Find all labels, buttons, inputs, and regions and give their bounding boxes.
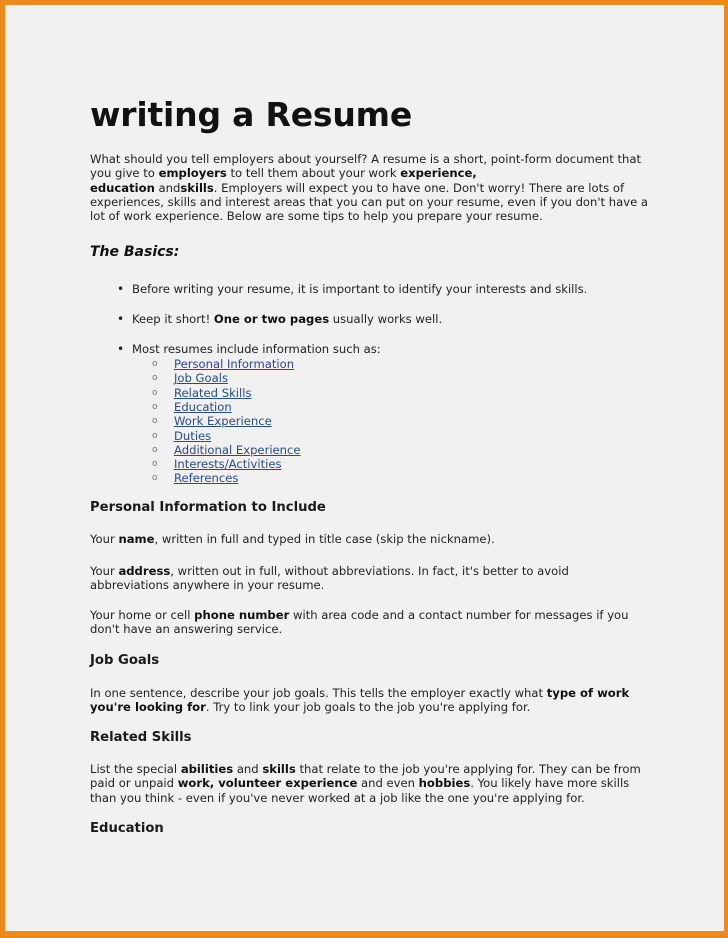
intro-bold-education: education: [90, 180, 155, 195]
personal-phone-paragraph: Your home or cell phone number with area…: [90, 608, 650, 637]
para-bold: hobbies: [418, 776, 471, 791]
resume-section-link[interactable]: Work Experience: [174, 414, 272, 428]
para-text: and: [233, 762, 263, 776]
page-title: writing a Resume: [90, 95, 413, 134]
bullet-text-bold: One or two pages: [213, 312, 330, 326]
related-skills-heading: Related Skills: [90, 730, 192, 745]
intro-bold-skills: skills: [180, 180, 214, 195]
intro-text: to tell them about your work: [226, 166, 401, 181]
personal-address-paragraph: Your address, written out in full, witho…: [90, 564, 650, 593]
intro-bold-employers: employers: [158, 166, 227, 181]
bullet-text-part: usually works well.: [329, 312, 443, 326]
para-text: , written in full and typed in title cas…: [154, 532, 495, 546]
bullet-icon: •: [117, 312, 125, 326]
circle-bullet-icon: o: [152, 401, 158, 412]
para-text: . Try to link your job goals to the job …: [205, 700, 531, 715]
bullet-icon: •: [117, 342, 125, 356]
para-bold: address: [118, 564, 171, 578]
education-heading: Education: [90, 821, 164, 836]
resume-section-link[interactable]: Additional Experience: [174, 443, 301, 457]
intro-bold-experience: experience,: [400, 166, 477, 181]
job-goals-paragraph: In one sentence, describe your job goals…: [90, 686, 650, 715]
personal-info-heading: Personal Information to Include: [90, 500, 326, 515]
para-bold: work, volunteer experience: [177, 776, 358, 791]
circle-bullet-icon: o: [152, 444, 158, 455]
resume-section-link[interactable]: Related Skills: [174, 386, 252, 400]
bullet-text-part: Keep it short!: [132, 312, 214, 326]
personal-name-paragraph: Your name, written in full and typed in …: [90, 532, 650, 546]
intro-text: and: [154, 180, 181, 195]
circle-bullet-icon: o: [152, 430, 158, 441]
para-text: Your home or cell: [90, 608, 195, 622]
job-goals-heading: Job Goals: [90, 653, 160, 668]
para-text: In one sentence, describe your job goals…: [90, 686, 547, 700]
circle-bullet-icon: o: [152, 373, 158, 384]
bullet-text: Before writing your resume, it is import…: [132, 282, 588, 296]
bullet-text: Most resumes include information such as…: [132, 342, 381, 356]
resume-section-link[interactable]: Education: [174, 400, 232, 414]
circle-bullet-icon: o: [152, 473, 158, 484]
para-bold: name: [118, 532, 155, 546]
circle-bullet-icon: o: [152, 359, 158, 369]
para-text: Your: [90, 564, 119, 578]
circle-bullet-icon: o: [152, 387, 158, 398]
document-page: writing a Resume What should you tell em…: [5, 5, 724, 931]
para-bold: abilities: [180, 762, 234, 776]
para-bold: phone number: [194, 608, 290, 622]
resume-section-link[interactable]: Interests/Activities: [174, 457, 282, 471]
para-text: List the special: [90, 762, 181, 776]
para-bold: skills: [262, 762, 296, 776]
intro-paragraph: What should you tell employers about you…: [90, 152, 650, 223]
related-skills-paragraph: List the special abilities and skills th…: [90, 762, 650, 805]
circle-bullet-icon: o: [152, 416, 158, 427]
bullet-icon: •: [117, 282, 125, 296]
circle-bullet-icon: o: [152, 459, 158, 470]
bullet-text: Keep it short! One or two pages usually …: [132, 312, 442, 326]
resume-section-link[interactable]: Personal Information: [174, 357, 294, 371]
resume-section-link[interactable]: Duties: [174, 429, 211, 443]
resume-section-link[interactable]: Job Goals: [174, 371, 228, 385]
basics-heading: The Basics:: [90, 244, 180, 260]
para-text: Your: [90, 532, 119, 546]
resume-section-link[interactable]: References: [174, 471, 238, 485]
para-text: and even: [357, 776, 419, 791]
